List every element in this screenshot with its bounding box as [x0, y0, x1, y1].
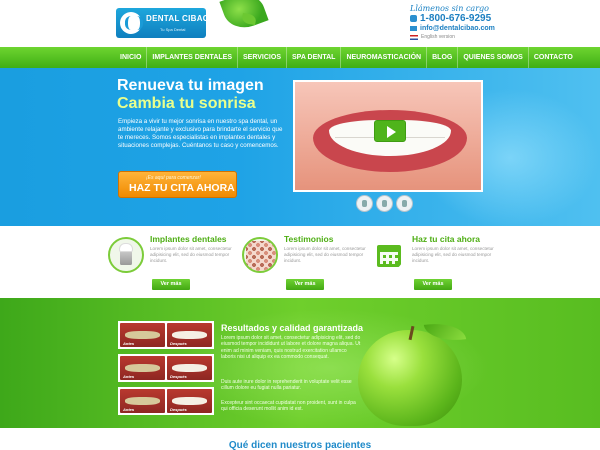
hero-title-line1: Renueva tu imagen [117, 77, 264, 94]
play-icon[interactable] [374, 120, 406, 142]
main-nav: INICIO IMPLANTES DENTALES SERVICIOS SPA … [0, 47, 600, 68]
cta-subtext: ¡Es aquí para comenzar! [146, 175, 201, 181]
smile-video[interactable] [293, 80, 483, 192]
nav-list: INICIO IMPLANTES DENTALES SERVICIOS SPA … [115, 47, 578, 68]
before-image: Antes [120, 389, 165, 413]
after-image: Después [167, 323, 212, 347]
service-text: Lorem ipsum dolor sit amet, consectetur … [150, 246, 232, 263]
services-section: Implantes dentales Lorem ipsum dolor sit… [0, 226, 600, 298]
language-label: English version [421, 34, 455, 40]
book-appointment-button[interactable]: ¡Es aquí para comenzar! HAZ TU CITA AHOR… [118, 171, 237, 198]
nav-item-inicio[interactable]: INICIO [115, 47, 148, 68]
before-after-photo[interactable]: Antes Después [118, 354, 214, 382]
contact-slogan: Llámenos sin cargo [410, 4, 489, 13]
calendar-icon [370, 237, 406, 273]
ver-mas-button[interactable]: Ver más [286, 279, 324, 290]
service-text: Lorem ipsum dolor sit amet, consectetur … [284, 246, 366, 263]
logo-tagline: Tu Spa Dental [160, 27, 186, 32]
service-title[interactable]: Testimonios [284, 234, 333, 244]
before-image: Antes [120, 323, 165, 347]
after-image: Después [167, 356, 212, 380]
email-address: info@dentalcibao.com [420, 25, 495, 32]
after-label: Después [170, 407, 187, 412]
results-section: Antes Después Antes Después Antes Despué… [0, 298, 600, 428]
ver-mas-button[interactable]: Ver más [152, 279, 190, 290]
email-link[interactable]: info@dentalcibao.com [410, 25, 510, 32]
results-paragraph: Duis aute irure dolor in reprehenderit i… [221, 379, 352, 392]
logo[interactable]: DENTAL CIBAO Tu Spa Dental [116, 8, 210, 38]
phone-number: 1-800-676-9295 [420, 13, 492, 24]
contact-box: Llámenos sin cargo 1-800-676-9295 info@d… [410, 4, 510, 40]
nav-item-blog[interactable]: BLOG [427, 47, 459, 68]
testimonials-title: Qué dicen nuestros pacientes [228, 440, 372, 450]
hero-title-line2: Cambia tu sonrisa [117, 95, 256, 112]
service-implants: Implantes dentales Lorem ipsum dolor sit… [108, 234, 238, 294]
service-text: Lorem ipsum dolor sit amet, consectetur … [412, 246, 494, 263]
site-header: DENTAL CIBAO Tu Spa Dental Llámenos sin … [0, 0, 600, 47]
nav-item-spa-dental[interactable]: SPA DENTAL [287, 47, 342, 68]
logo-name: DENTAL CIBAO [146, 14, 210, 23]
after-label: Después [170, 341, 187, 346]
hero-section: Renueva tu imagen Cambia tu sonrisa Empi… [0, 68, 600, 226]
testimonials-photo [242, 237, 278, 273]
testimonials-section: Qué dicen nuestros pacientes [0, 428, 600, 450]
hero-body-text: Empieza a vivir tu mejor sonrisa en nues… [118, 118, 283, 149]
logo-mark-icon [120, 12, 143, 34]
before-image: Antes [120, 356, 165, 380]
before-after-photo[interactable]: Antes Después [118, 387, 214, 415]
results-paragraph: Lorem ipsum dolor sit amet, consectetur … [221, 335, 361, 361]
us-flag-icon [410, 34, 418, 40]
calendar-grid [377, 245, 401, 267]
phone-link[interactable]: 1-800-676-9295 [410, 13, 510, 24]
testimonials-mosaic [246, 241, 276, 271]
before-after-photo[interactable]: Antes Después [118, 321, 214, 349]
before-label: Antes [123, 374, 135, 379]
implant-crown [119, 243, 133, 252]
after-label: Después [170, 374, 187, 379]
ver-mas-button[interactable]: Ver más [414, 279, 452, 290]
green-apple-image [358, 330, 462, 426]
service-title[interactable]: Haz tu cita ahora [412, 234, 480, 244]
thumbnail-1[interactable] [356, 195, 373, 212]
service-appointment: Haz tu cita ahora Lorem ipsum dolor sit … [370, 234, 500, 294]
implant-icon [108, 237, 144, 273]
language-link[interactable]: English version [410, 34, 510, 40]
results-paragraph: Excepteur sint occaecat cupidatat non pr… [221, 400, 356, 413]
phone-icon [410, 15, 417, 22]
cta-label: HAZ TU CITA AHORA [129, 182, 235, 194]
thumbnail-3[interactable] [396, 195, 413, 212]
before-label: Antes [123, 341, 135, 346]
nav-item-implantes[interactable]: IMPLANTES DENTALES [147, 47, 238, 68]
service-testimonials: Testimonios Lorem ipsum dolor sit amet, … [242, 234, 372, 294]
hero-thumbnails [356, 195, 413, 212]
before-label: Antes [123, 407, 135, 412]
nav-item-quienes-somos[interactable]: QUIENES SOMOS [458, 47, 529, 68]
results-title: Resultados y calidad garantizada [221, 323, 364, 333]
service-title[interactable]: Implantes dentales [150, 234, 227, 244]
nav-item-servicios[interactable]: SERVICIOS [238, 47, 287, 68]
nav-item-neuromasticacion[interactable]: NEUROMASTICACIÓN [341, 47, 428, 68]
nav-item-contacto[interactable]: CONTACTO [529, 47, 578, 68]
thumbnail-2[interactable] [376, 195, 393, 212]
after-image: Después [167, 389, 212, 413]
mail-icon [410, 26, 417, 31]
